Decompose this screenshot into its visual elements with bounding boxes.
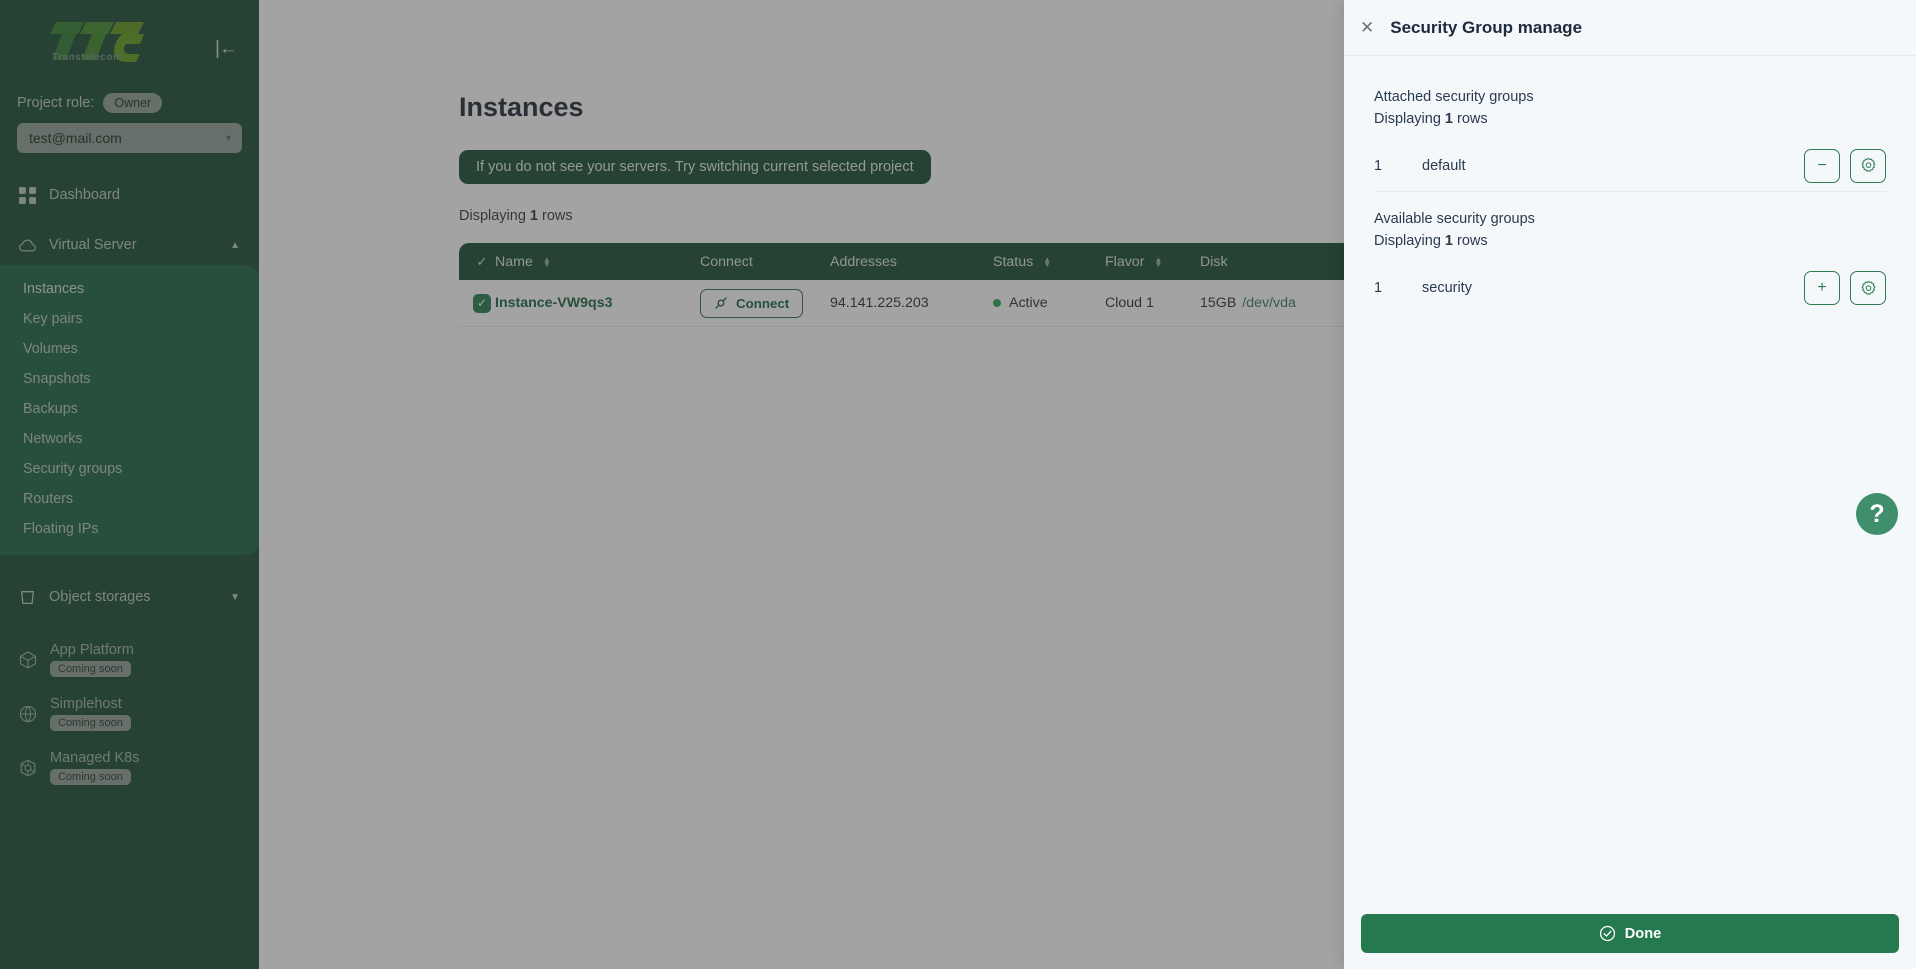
security-group-name: security xyxy=(1422,280,1472,296)
gear-icon xyxy=(1861,157,1875,172)
row-index: 1 xyxy=(1374,157,1383,174)
panel-header: ✕ Security Group manage xyxy=(1344,0,1916,56)
available-section-label: Available security groups xyxy=(1374,211,1535,227)
close-icon[interactable]: ✕ xyxy=(1360,19,1374,36)
security-group-settings-button[interactable] xyxy=(1850,148,1886,183)
list-item: 1 default − xyxy=(1374,140,1886,192)
available-section: Available security groups Displaying 1 r… xyxy=(1374,208,1886,314)
gear-icon xyxy=(1861,280,1875,295)
attach-security-group-button[interactable]: + xyxy=(1804,271,1840,305)
security-group-name: default xyxy=(1422,157,1466,174)
done-button-label: Done xyxy=(1624,925,1662,942)
attached-rows-prefix: Displaying xyxy=(1374,111,1445,127)
panel-footer: Done xyxy=(1344,900,1916,969)
security-group-settings-button[interactable] xyxy=(1850,271,1886,305)
security-group-manage-panel: ✕ Security Group manage Attached securit… xyxy=(1344,0,1916,969)
check-circle-icon xyxy=(1599,925,1615,942)
attached-rows-value: 1 xyxy=(1444,111,1453,127)
list-item: 1 security + xyxy=(1374,262,1886,314)
question-mark-icon: ? xyxy=(1869,499,1885,528)
row-actions: + xyxy=(1804,271,1886,305)
attached-rows-count: Displaying 1 rows xyxy=(1374,108,1886,130)
available-rows-prefix: Displaying xyxy=(1374,233,1445,249)
help-button[interactable]: ? xyxy=(1856,493,1898,535)
attached-rows-suffix: rows xyxy=(1453,111,1488,127)
available-rows-value: 1 xyxy=(1444,233,1453,249)
available-rows-suffix: rows xyxy=(1453,233,1488,249)
app-root: Transtelecom |← Project role: Owner test… xyxy=(0,0,1916,969)
modal-backdrop[interactable] xyxy=(0,0,1344,969)
panel-title: Security Group manage xyxy=(1390,17,1583,37)
row-index: 1 xyxy=(1374,280,1383,296)
available-security-groups-list: 1 security + xyxy=(1374,262,1886,314)
attached-security-groups-list: 1 default − xyxy=(1374,140,1886,192)
panel-body: Attached security groups Displaying 1 ro… xyxy=(1344,56,1916,900)
attached-section-label: Attached security groups xyxy=(1374,89,1534,105)
row-actions: − xyxy=(1804,148,1886,183)
detach-security-group-button[interactable]: − xyxy=(1804,148,1840,183)
done-button[interactable]: Done xyxy=(1361,914,1899,953)
available-rows-count: Displaying 1 rows xyxy=(1374,230,1886,252)
